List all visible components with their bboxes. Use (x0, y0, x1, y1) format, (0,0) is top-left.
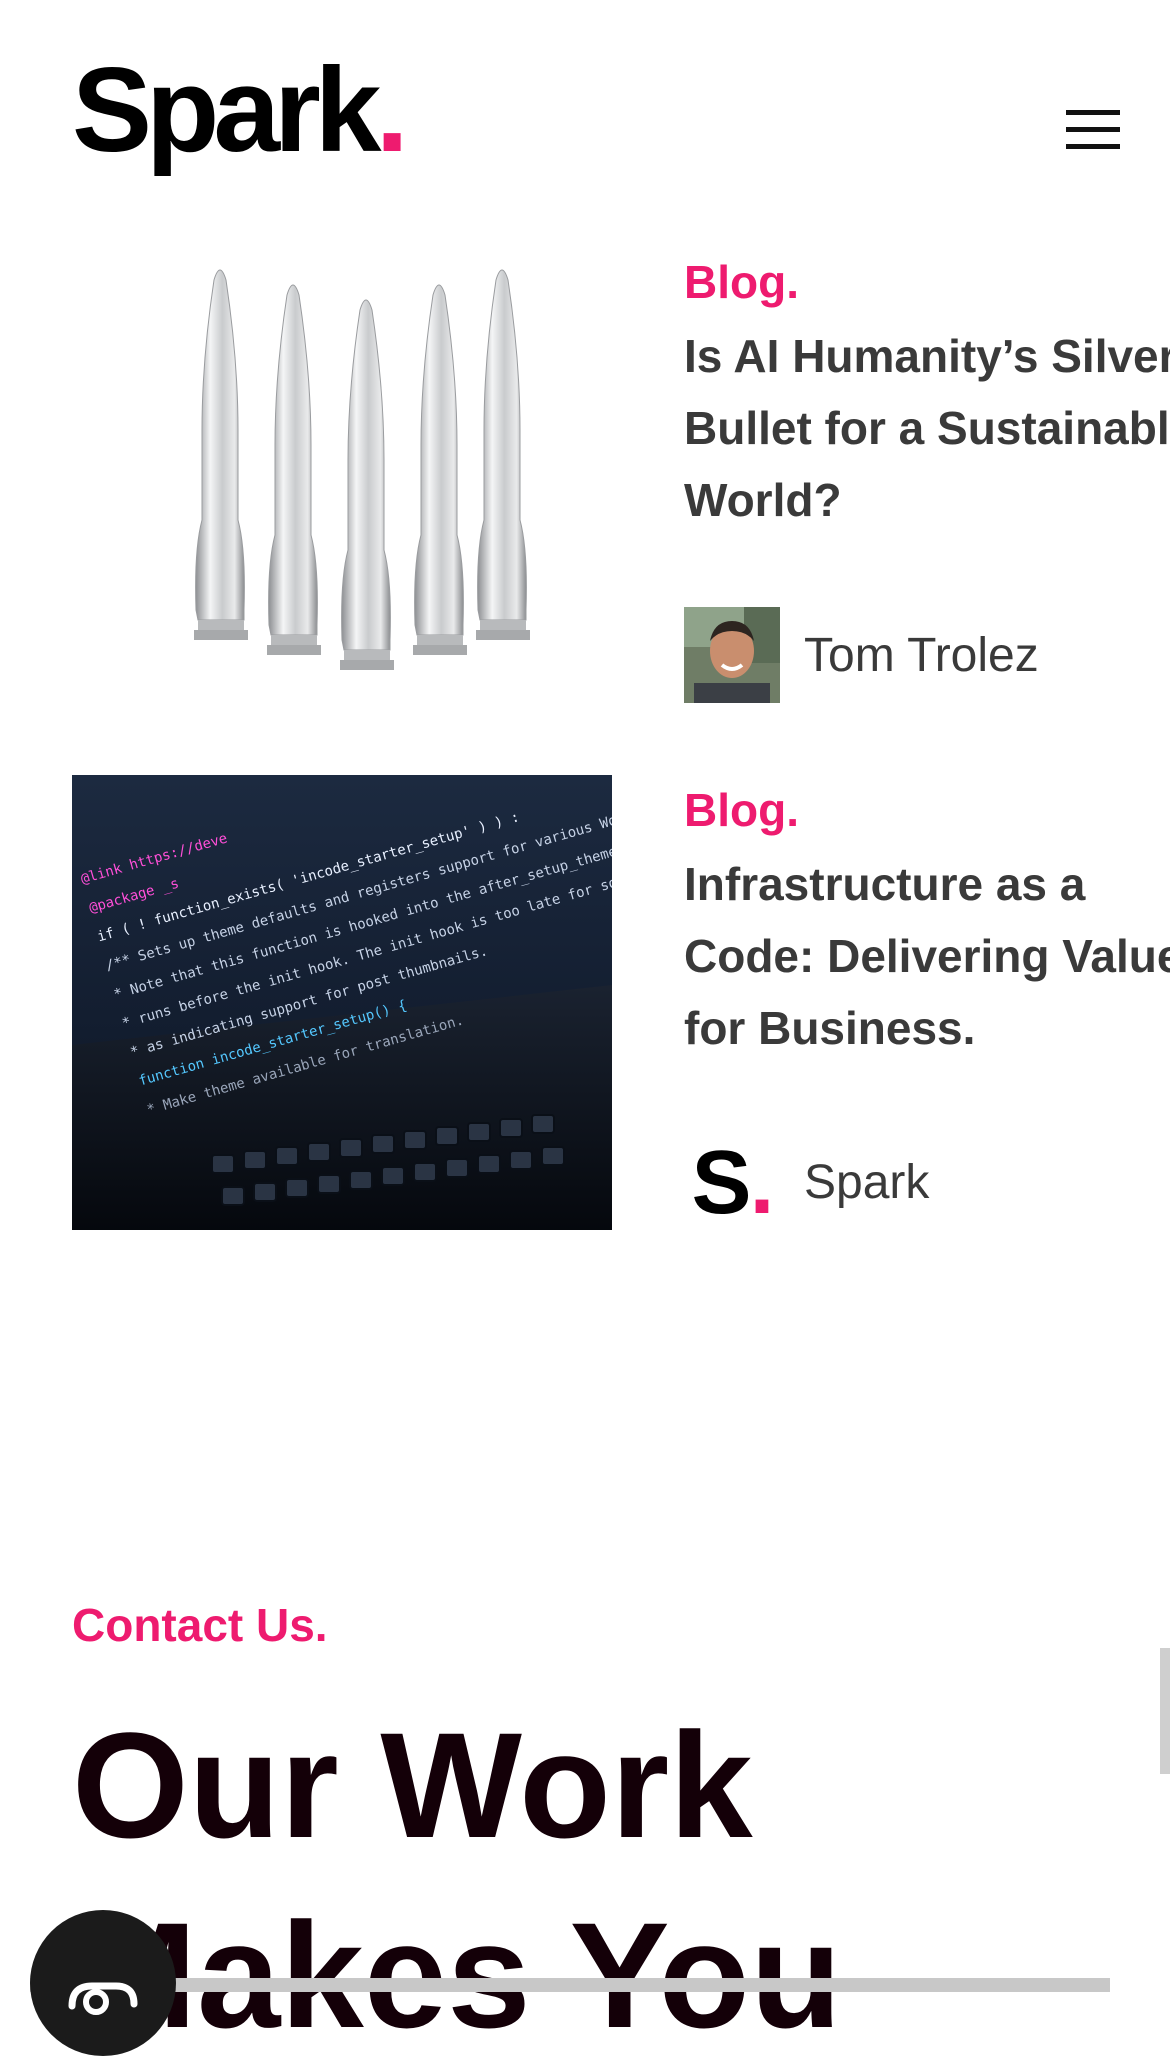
post-title-line: Bullet for a Sustainable (684, 402, 1170, 454)
post-title-line: Is AI Humanity’s Silver (684, 330, 1170, 382)
avatar-dot: . (749, 1135, 775, 1231)
author-avatar: S. (684, 1135, 780, 1231)
menu-bar (1066, 127, 1120, 132)
carousel-edge (1160, 1648, 1170, 1774)
menu-bar (1066, 144, 1120, 149)
author-name[interactable]: Spark (804, 1155, 929, 1210)
scroll-bar[interactable] (30, 1978, 1110, 1992)
headline-line: Makes You (72, 1891, 842, 2059)
silver-bullets-illustration (194, 269, 530, 670)
post-title[interactable]: Is AI Humanity’s Silver Bullet for a Sus… (684, 320, 1170, 536)
chat-support-icon[interactable] (30, 1910, 176, 2056)
post-title-line: World? (684, 474, 842, 526)
author-photo (684, 607, 780, 703)
avatar-letter: S (691, 1135, 751, 1231)
logo-dot: . (375, 43, 409, 177)
logo-text: Spark (72, 43, 382, 177)
laptop-code-image[interactable]: @link https://deve @package _s if ( ! fu… (72, 775, 612, 1230)
site-header: Spark. (0, 0, 1170, 210)
post-title-line: for Business. (684, 1002, 976, 1054)
post-title-line: Infrastructure as a (684, 858, 1086, 910)
post-category[interactable]: Blog. (684, 783, 799, 837)
contact-headline: Our Work Makes You (72, 1690, 842, 2070)
post-title-line: Code: Delivering Value (684, 930, 1170, 982)
silver-bullets-image[interactable] (72, 250, 612, 705)
spark-logo[interactable]: Spark. (72, 50, 409, 170)
author-avatar (684, 607, 780, 703)
chat-glyph (68, 1982, 138, 2015)
headline-line: Our Work (72, 1701, 753, 1869)
post-category[interactable]: Blog. (684, 255, 799, 309)
post-title[interactable]: Infrastructure as a Code: Delivering Val… (684, 848, 1170, 1064)
contact-label[interactable]: Contact Us. (72, 1598, 328, 1652)
laptop-code-illustration: @link https://deve @package _s if ( ! fu… (72, 775, 612, 1230)
menu-bar (1066, 110, 1120, 115)
hamburger-menu-icon[interactable] (1060, 110, 1120, 154)
author-name[interactable]: Tom Trolez (804, 628, 1039, 683)
